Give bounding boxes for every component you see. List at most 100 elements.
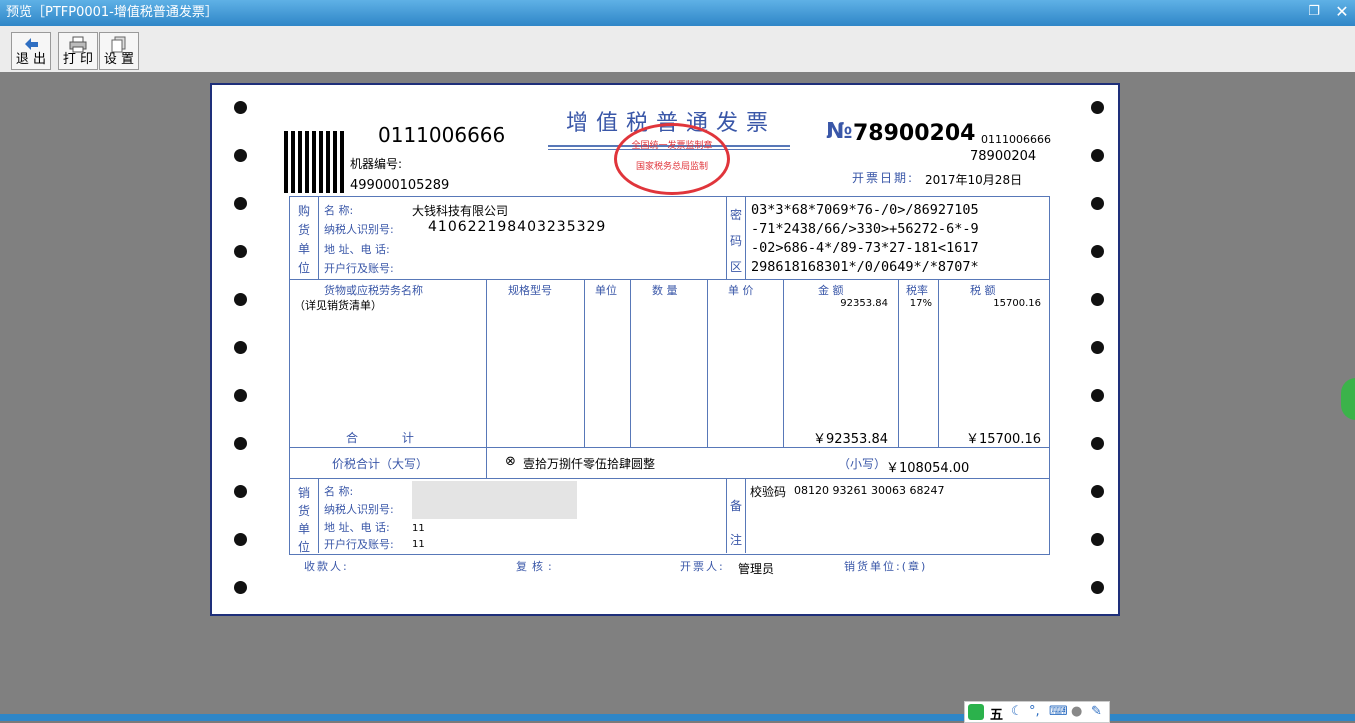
grand-label: 价税合计（大写）	[332, 457, 429, 471]
machine-label: 机器编号:	[350, 157, 403, 171]
print-button[interactable]: 打 印	[58, 32, 98, 70]
col-unit: 单位	[595, 284, 617, 297]
review-label: 复核:	[516, 560, 557, 573]
col-divider	[630, 279, 631, 447]
cipher-side-label: 密码区	[730, 208, 743, 274]
small-label: （小写）	[838, 457, 887, 471]
seller-tax-label: 纳税人识别号:	[324, 503, 394, 516]
col-divider	[726, 196, 727, 279]
qr-code	[284, 131, 346, 193]
row-divider	[289, 478, 1050, 479]
punch-hole	[234, 437, 247, 450]
col-divider	[318, 478, 319, 553]
grand-words: 壹拾万捌仟零伍拾肆圆整	[523, 457, 656, 471]
invoice-paper: 0111006666 机器编号: 499000105289 增值税普通发票 全国…	[210, 83, 1120, 616]
settings-label: 设 置	[103, 52, 135, 67]
moon-icon[interactable]: ☾	[1011, 704, 1023, 719]
stamp-bottom-text: 国家税务总局监制	[635, 162, 708, 172]
punch-hole	[1091, 101, 1104, 114]
punch-hole	[1091, 149, 1104, 162]
floating-widget[interactable]	[1341, 378, 1355, 420]
punch-hole	[1091, 485, 1104, 498]
drawer-label: 开票人:	[680, 560, 725, 573]
window-title: 预览［PTFP0001-增值税普通发票］	[6, 5, 218, 20]
buyer-name-label: 名 称:	[324, 204, 354, 217]
status-bar	[0, 714, 1355, 721]
seller-addr: 11	[412, 523, 425, 534]
ime-toolbar[interactable]: 五 ☾ °, ⌨ ● ✎	[964, 701, 1110, 723]
grand-number: ￥108054.00	[886, 461, 970, 476]
invoice-number-right: 78900204	[970, 149, 1037, 164]
remark-side-label: 备注	[730, 499, 743, 547]
punch-hole	[234, 293, 247, 306]
punch-hole	[1091, 245, 1104, 258]
item-goods: （详见销货清单）	[294, 299, 382, 312]
punch-hole	[1091, 533, 1104, 546]
printer-icon	[59, 35, 97, 53]
drawer-name: 管理员	[738, 562, 775, 576]
punch-hole	[234, 389, 247, 402]
wrench-icon[interactable]: ✎	[1091, 704, 1102, 719]
row-divider	[289, 447, 1050, 448]
col-tax: 税 额	[970, 284, 996, 297]
punch-hole	[234, 485, 247, 498]
buyer-name: 大钱科技有限公司	[412, 204, 509, 218]
buyer-addr-label: 地 址、电 话:	[324, 243, 390, 256]
punch-hole	[234, 533, 247, 546]
col-divider	[726, 478, 727, 553]
grand-symbol: ⊗	[505, 454, 516, 469]
seller-bank: 11	[412, 539, 425, 550]
col-divider	[584, 279, 585, 447]
check-label: 校验码	[750, 485, 787, 499]
seller-bank-label: 开户行及账号:	[324, 538, 394, 551]
settings-button[interactable]: 设 置	[99, 32, 139, 70]
row-divider	[289, 279, 1050, 280]
total-tax: ￥15700.16	[965, 432, 1041, 447]
seller-name-label: 名 称:	[324, 485, 354, 498]
cipher-text: 03*3*68*7069*76-/0>/86927105 -71*2438/66…	[751, 202, 979, 275]
punch-hole	[234, 149, 247, 162]
punch-hole	[234, 101, 247, 114]
col-divider	[898, 279, 899, 447]
punch-hole	[1091, 389, 1104, 402]
print-label: 打 印	[62, 52, 94, 67]
stamp-top-text: 全国统一发票监制章	[631, 141, 713, 151]
date-label: 开票日期:	[852, 171, 915, 185]
keyboard-icon[interactable]: ⌨	[1049, 704, 1068, 719]
back-arrow-icon	[12, 35, 50, 53]
punch-hole	[1091, 197, 1104, 210]
total-label: 合 计	[346, 431, 434, 445]
seller-addr-label: 地 址、电 话:	[324, 521, 390, 534]
user-icon[interactable]: ●	[1071, 704, 1082, 719]
col-amount: 金 额	[818, 284, 844, 297]
punct-icon[interactable]: °,	[1029, 704, 1040, 719]
punch-hole	[1091, 437, 1104, 450]
buyer-tax-label: 纳税人识别号:	[324, 223, 394, 236]
buyer-side-label: 购货单位	[298, 204, 311, 275]
col-goods: 货物或应税劳务名称	[324, 284, 423, 297]
exit-button[interactable]: 退 出	[11, 32, 51, 70]
payee-label: 收款人:	[304, 560, 349, 573]
punch-hole	[234, 245, 247, 258]
punch-hole	[1091, 341, 1104, 354]
invoice-code-top: 0111006666	[378, 123, 506, 147]
sogou-icon[interactable]	[968, 704, 984, 720]
col-divider	[707, 279, 708, 447]
redacted-seller-info	[412, 481, 577, 519]
punch-hole	[1091, 581, 1104, 594]
col-spec: 规格型号	[508, 284, 552, 297]
close-icon[interactable]: ✕	[1330, 3, 1354, 21]
col-divider	[486, 279, 487, 479]
punch-hole	[234, 581, 247, 594]
seller-seal-label: 销货单位:(章)	[844, 560, 928, 573]
buyer-tax-id: 410622198403235329	[428, 219, 607, 235]
no-symbol: №	[826, 119, 853, 144]
restore-icon[interactable]: ❐	[1302, 3, 1326, 21]
col-divider	[318, 196, 319, 279]
punch-hole	[1091, 293, 1104, 306]
exit-label: 退 出	[15, 52, 47, 67]
title-bar: 预览［PTFP0001-增值税普通发票］ ❐ ✕	[0, 0, 1355, 26]
invoice-date: 2017年10月28日	[925, 173, 1023, 187]
ime-mode[interactable]: 五	[990, 704, 1003, 723]
punch-hole	[234, 197, 247, 210]
